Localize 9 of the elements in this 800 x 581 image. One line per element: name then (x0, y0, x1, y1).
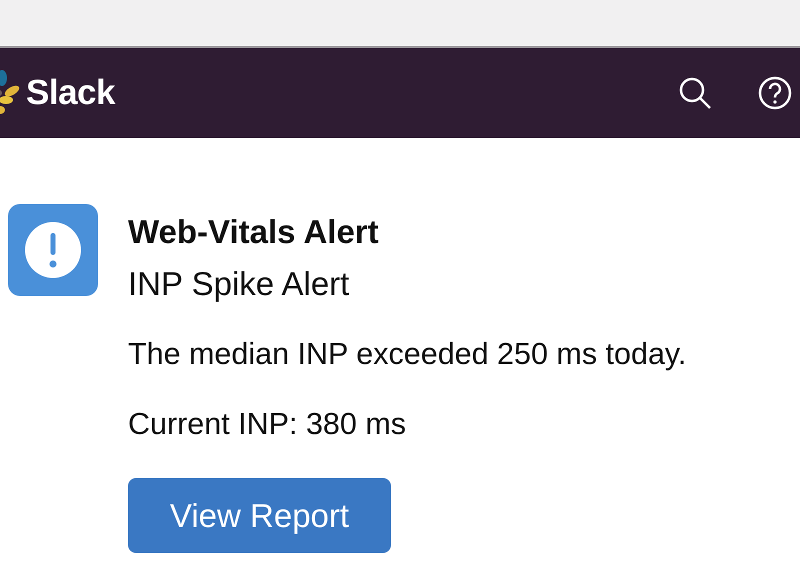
help-icon[interactable] (758, 76, 792, 110)
metric-text: Current INP: 380 ms (128, 406, 406, 443)
alert-message: The median INP exceeded 250 ms today. (128, 336, 686, 373)
search-icon[interactable] (678, 76, 712, 110)
alert-subtitle: INP Spike Alert (128, 264, 350, 304)
logo-text: Slack (26, 73, 115, 113)
alert-title: Web-Vitals Alert (128, 212, 379, 252)
view-report-button[interactable]: View Report (128, 478, 391, 553)
alert-icon (8, 204, 98, 296)
